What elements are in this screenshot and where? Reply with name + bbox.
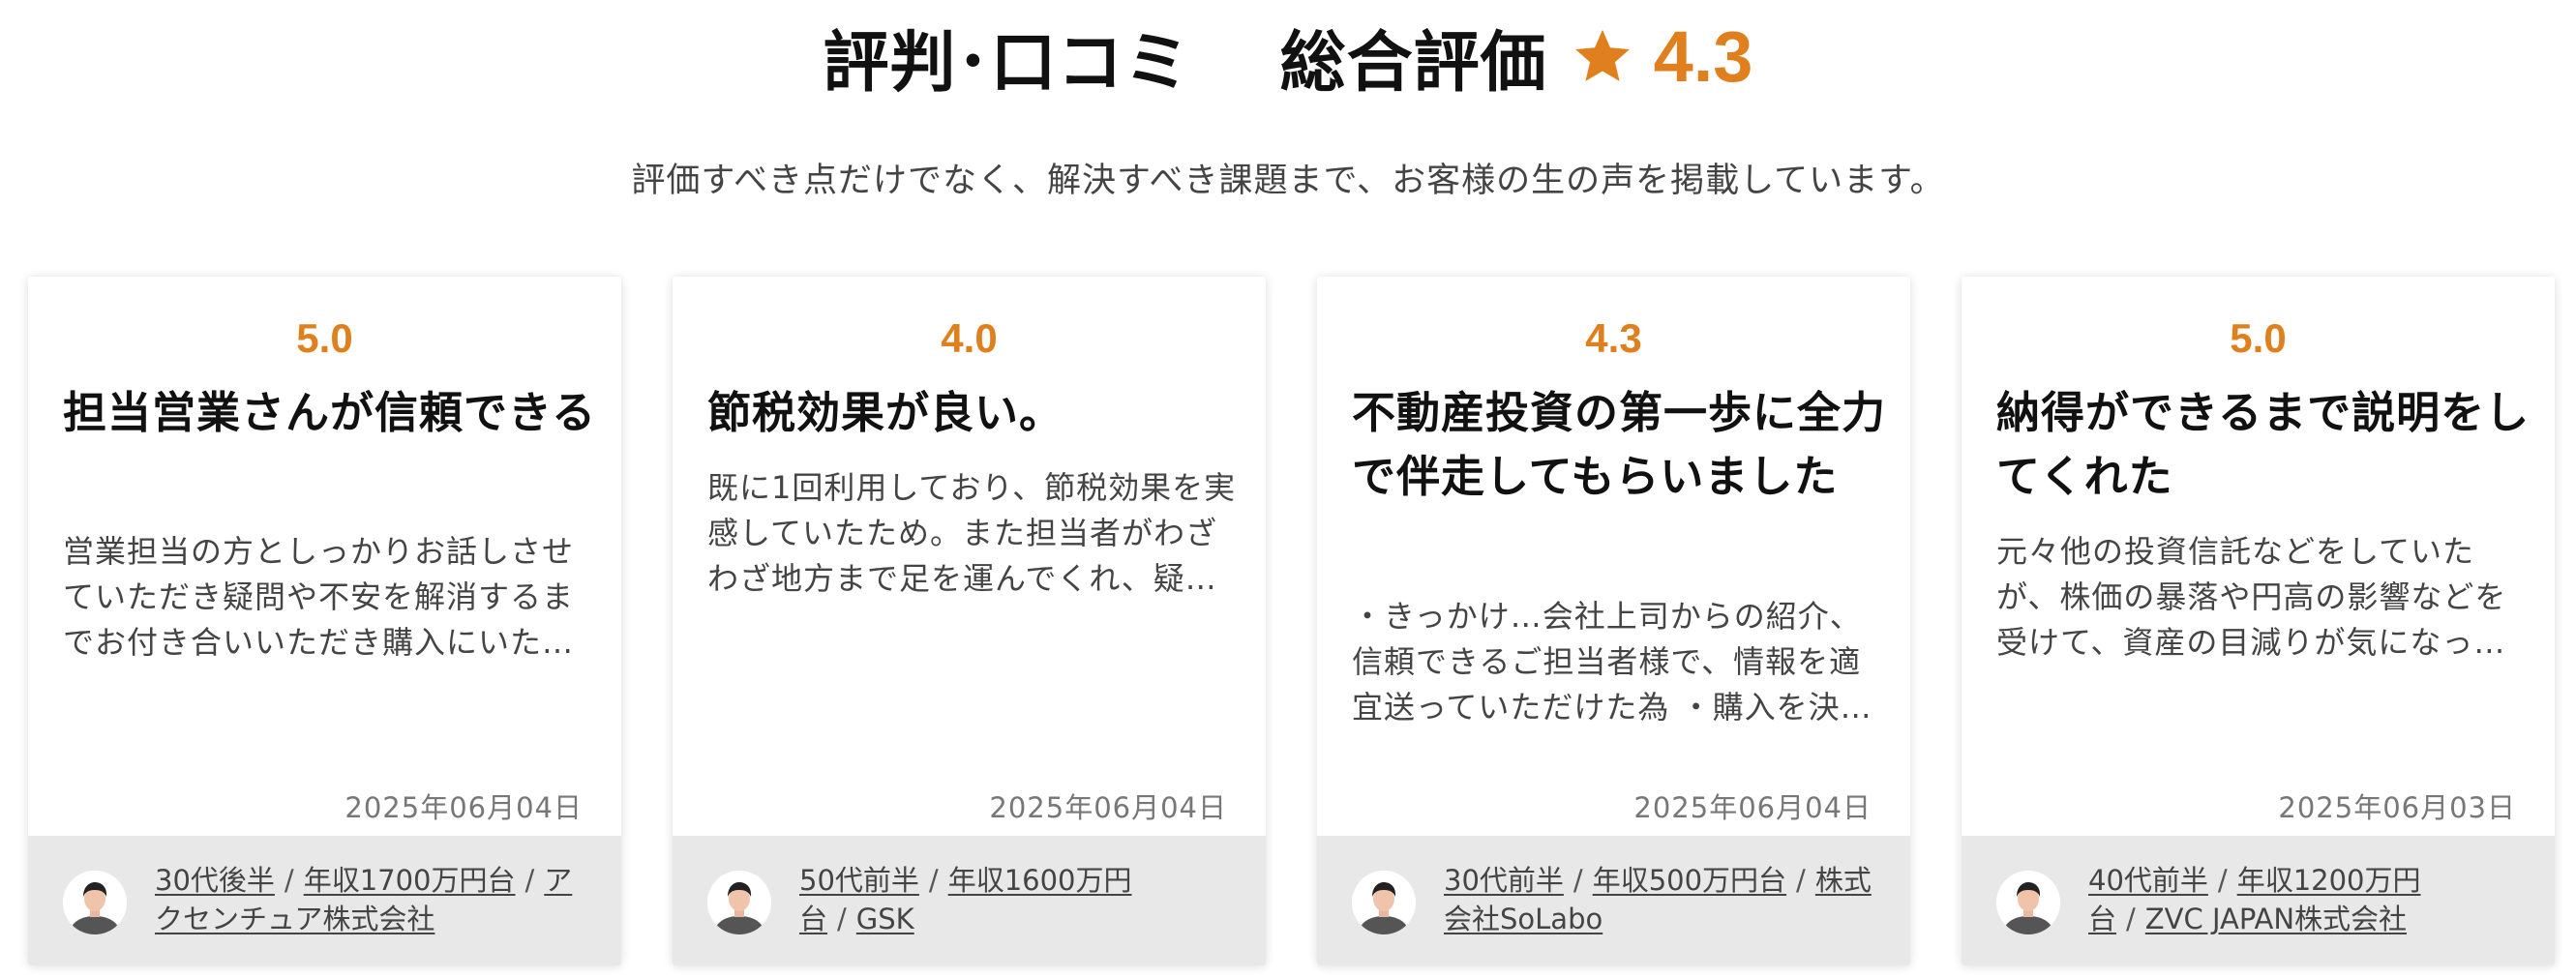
separator: /: [2126, 903, 2136, 935]
review-card[interactable]: 5.0 担当営業さんが信頼できる 営業担当の方としっかりお話しさせていただき疑問…: [28, 277, 621, 965]
reviewer-footer: 30代前半 / 年収500万円台 / 株式会社SoLabo: [1317, 836, 1910, 965]
review-date: 2025年06月04日: [1633, 791, 1872, 824]
reviewer-footer: 50代前半 / 年収1600万円台 / GSK: [673, 836, 1266, 965]
separator: /: [837, 903, 847, 935]
overall-rating-label: 総合評価: [1279, 24, 1547, 102]
review-excerpt: 営業担当の方としっかりお話しさせていただき疑問や不安を解消するまでお付き合いいた…: [63, 533, 575, 661]
review-date: 2025年06月03日: [2278, 791, 2516, 824]
avatar: [63, 871, 127, 934]
reviewer-age-link[interactable]: 30代後半: [155, 864, 275, 897]
review-card[interactable]: 4.0 節税効果が良い。 既に1回利用しており、節税効果を実感していたため。また…: [673, 277, 1266, 965]
review-title: 不動産投資の第一歩に全力で伴走してもらいました: [1352, 387, 1887, 502]
reviewer-income-link[interactable]: 年収1700万円台: [304, 864, 516, 897]
star-icon: [1573, 26, 1632, 86]
reviewer-profile: 30代前半 / 年収500万円台 / 株式会社SoLabo: [1444, 861, 1879, 938]
reviewer-profile: 30代後半 / 年収1700万円台 / アクセンチュア株式会社: [155, 861, 590, 938]
reviewer-footer: 40代前半 / 年収1200万円台 / ZVC JAPAN株式会社: [1962, 836, 2555, 965]
reviewer-company-link[interactable]: ZVC JAPAN株式会社: [2145, 903, 2407, 935]
review-title: 納得ができるまで説明をしてくれた: [1996, 387, 2531, 502]
review-score: 4.3: [1585, 315, 1642, 361]
review-title: 節税効果が良い。: [707, 387, 1064, 438]
title-row: 評判･口コミ 総合評価 4.3: [0, 8, 2576, 104]
reviewer-income-link[interactable]: 年収500万円台: [1593, 864, 1786, 897]
review-date: 2025年06月04日: [344, 791, 583, 824]
review-card[interactable]: 4.3 不動産投資の第一歩に全力で伴走してもらいました ・きっかけ…会社上司から…: [1317, 277, 1910, 965]
reviewer-footer: 30代後半 / 年収1700万円台 / アクセンチュア株式会社: [28, 836, 621, 965]
review-card[interactable]: 5.0 納得ができるまで説明をしてくれた 元々他の投資信託などをしていたが、株価…: [1962, 277, 2555, 965]
page-title: 評判･口コミ: [823, 24, 1191, 102]
overall-score: 4.3: [1653, 15, 1753, 97]
review-card-list: 5.0 担当営業さんが信頼できる 営業担当の方としっかりお話しさせていただき疑問…: [28, 277, 2556, 967]
review-score: 4.0: [941, 315, 998, 361]
reviewer-age-link[interactable]: 40代前半: [2088, 864, 2208, 897]
review-excerpt: 既に1回利用しており、節税効果を実感していたため。また担当者がわざわざ地方まで足…: [707, 469, 1237, 597]
reviews-header: 評判･口コミ 総合評価 4.3 評価すべき点だけでなく、解決すべき課題まで、お客…: [0, 0, 2576, 201]
reviewer-profile: 50代前半 / 年収1600万円台 / GSK: [799, 861, 1235, 938]
review-excerpt: 元々他の投資信託などをしていたが、株価の暴落や円高の影響などを受けて、資産の目減…: [1996, 533, 2507, 661]
reviewer-profile: 40代前半 / 年収1200万円台 / ZVC JAPAN株式会社: [2088, 861, 2524, 938]
separator: /: [524, 864, 535, 897]
avatar: [707, 871, 771, 934]
separator: /: [928, 864, 939, 897]
review-date: 2025年06月04日: [989, 791, 1227, 824]
separator: /: [2217, 864, 2228, 897]
reviewer-age-link[interactable]: 30代前半: [1444, 864, 1564, 897]
separator: /: [1573, 864, 1583, 897]
review-score: 5.0: [296, 315, 353, 361]
review-excerpt: ・きっかけ…会社上司からの紹介、信頼できるご担当者様で、情報を適宜送っていただけ…: [1352, 598, 1872, 726]
separator: /: [1796, 864, 1806, 897]
review-score: 5.0: [2230, 315, 2287, 361]
reviewer-age-link[interactable]: 50代前半: [799, 864, 919, 897]
avatar: [1352, 871, 1416, 934]
separator: /: [284, 864, 294, 897]
reviewer-company-link[interactable]: GSK: [856, 903, 914, 935]
page-subtitle: 評価すべき点だけでなく、解決すべき課題まで、お客様の生の声を掲載しています。: [631, 162, 1945, 200]
avatar: [1996, 871, 2060, 934]
review-title: 担当営業さんが信頼できる: [63, 387, 597, 438]
